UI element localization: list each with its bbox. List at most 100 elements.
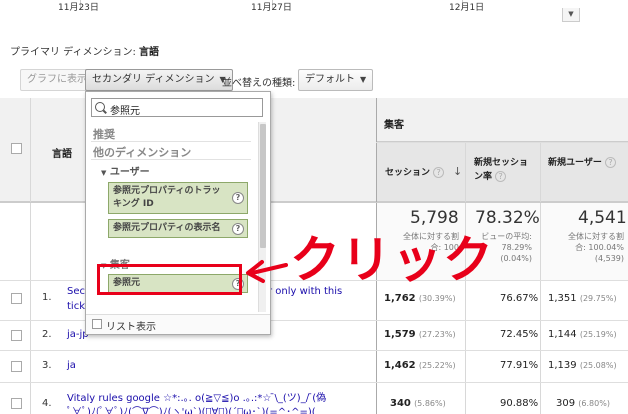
group-header-bg (376, 98, 628, 142)
chart-date-label: 11月23日 (58, 3, 99, 13)
new-users-value: 309 (556, 398, 576, 409)
sessions-value: 1,579 (384, 329, 416, 340)
row-index: 2. (42, 329, 52, 340)
total-new-users-sub: 全体に対する割 合: 100.04% (4,539) (546, 231, 624, 264)
new-users-value: 1,351 (548, 293, 577, 304)
new-users-pct: (29.75%) (579, 294, 617, 303)
row-sessions: 340 (5.86%) (390, 398, 446, 409)
new-session-rate-column-header[interactable]: 新規セッション率 ? (474, 156, 536, 184)
secondary-dimension-dropdown: 参照元 推奨 他のディメンション ▼ ユーザー 参照元プロパティのトラッキング … (85, 91, 271, 335)
row-new-users: 309 (6.80%) (556, 398, 610, 409)
sessions-pct: (5.86%) (414, 399, 446, 408)
dimension-item-source-property-display-name[interactable]: 参照元プロパティの表示名 ? (108, 219, 248, 238)
help-icon[interactable]: ? (495, 171, 507, 182)
row-checkbox[interactable] (11, 361, 22, 372)
sessions-value: 1,762 (384, 293, 416, 304)
new-users-pct: (6.80%) (578, 399, 610, 408)
caret-down-icon: ▼ (360, 75, 367, 84)
search-input-value: 参照元 (110, 106, 140, 117)
row-dimension-link[interactable]: Sec (67, 286, 85, 297)
new-users-header-label: 新規ユーザー (548, 158, 602, 168)
row-new-users: 1,351 (29.75%) (548, 293, 617, 304)
sort-type-value: デフォルト (305, 74, 355, 85)
dimension-item-source-property-tracking-id[interactable]: 参照元プロパティのトラッキング ID ? (108, 182, 248, 214)
sessions-column-header[interactable]: セッション ? (385, 166, 445, 180)
new-users-column-header[interactable]: 新規ユーザー ? (548, 156, 624, 170)
dimension-item-label: 参照元プロパティのトラッキング ID (113, 186, 221, 209)
help-icon[interactable]: ? (232, 192, 244, 204)
row-sessions: 1,462 (25.22%) (384, 360, 456, 371)
list-view-label[interactable]: リスト表示 (106, 318, 156, 333)
group-user[interactable]: ▼ ユーザー (101, 163, 150, 178)
chevron-down-icon: ▼ (568, 10, 574, 18)
dropdown-footer: リスト表示 (86, 314, 270, 334)
total-users-sub-line: (4,539) (594, 254, 624, 263)
row-dimension-link[interactable]: ja (67, 360, 76, 371)
help-icon[interactable]: ? (232, 222, 244, 235)
search-icon (95, 102, 105, 112)
new-users-pct: (25.08%) (579, 361, 617, 370)
scrollbar-thumb[interactable] (260, 124, 266, 248)
row-new-session-rate: 90.88% (500, 398, 539, 409)
total-users-sub-line: 合: 100.04% (575, 243, 624, 252)
chart-strip: 11月23日 11月27日 12月1日 ▼ (0, 0, 628, 28)
column-divider (30, 98, 31, 414)
sessions-value: 1,462 (384, 360, 416, 371)
dimension-search-input[interactable]: 参照元 (91, 98, 263, 117)
sort-type-label: 並べ替えの種類: (222, 78, 296, 89)
new-users-value: 1,144 (548, 329, 577, 340)
primary-dimension-value[interactable]: 言語 (139, 47, 159, 58)
primary-dimension-label: プライマリ ディメンション: (10, 47, 136, 58)
sort-desc-icon[interactable]: ↓ (453, 165, 462, 178)
total-new-users: 4,541 (578, 208, 627, 228)
category-divider (91, 141, 251, 142)
annotation-highlight-box (97, 264, 242, 295)
row-checkbox[interactable] (11, 330, 22, 341)
row-new-session-rate: 77.91% (500, 360, 539, 371)
sessions-pct: (25.22%) (418, 361, 456, 370)
chart-date-label: 12月1日 (449, 3, 485, 13)
row-index: 3. (42, 360, 52, 371)
row-divider (376, 142, 628, 143)
group-user-label: ユーザー (109, 167, 150, 178)
help-icon[interactable]: ? (604, 157, 616, 168)
row-dimension-link-line2[interactable]: ﾟ∀ﾟ)ﾉ(ﾟ∀ﾟ)ﾉ(⌒∇⌒)ﾉ(ヽ'ω`)(ﾟ∀ﾟ)(´･ω･`)(=^･^… (67, 403, 373, 414)
list-view-checkbox[interactable] (92, 319, 102, 329)
annotation-arrow-icon (246, 260, 288, 283)
row-checkbox[interactable] (11, 293, 22, 304)
chart-date-label: 11月27日 (251, 3, 292, 13)
dimension-item-label: 参照元プロパティの表示名 (113, 223, 221, 233)
row-dimension-link-line2[interactable]: tick (67, 301, 85, 312)
row-new-session-rate: 76.67% (500, 293, 539, 304)
total-users-sub-line: 全体に対する割 (568, 232, 624, 241)
primary-dimension: プライマリ ディメンション: 言語 (10, 43, 159, 58)
row-checkbox[interactable] (11, 398, 22, 409)
plot-rows-label: グラフに表示 (27, 74, 87, 85)
secondary-dimension-button[interactable]: セカンダリ ディメンション ▼ (85, 69, 233, 91)
category-recommended[interactable]: 推奨 (93, 126, 115, 142)
row-dimension-link[interactable]: Vitaly rules google ☆*:.｡. o(≧▽≦)o .｡.:*… (67, 389, 373, 404)
sessions-pct: (27.23%) (418, 330, 456, 339)
category-other-dimensions[interactable]: 他のディメンション (93, 144, 191, 160)
row-divider (0, 350, 628, 351)
new-users-value: 1,139 (548, 360, 577, 371)
select-all-checkbox[interactable] (11, 143, 22, 154)
chart-expand-button[interactable]: ▼ (562, 8, 580, 22)
annotation-click-text: クリック (290, 231, 494, 289)
column-divider (540, 142, 541, 414)
row-index: 1. (42, 292, 52, 303)
category-divider (91, 159, 251, 160)
plot-rows-button[interactable]: グラフに表示 (20, 69, 94, 91)
row-index: 4. (42, 398, 52, 409)
sort-type-select[interactable]: デフォルト ▼ (298, 69, 374, 91)
row-new-session-rate: 72.45% (500, 329, 539, 340)
row-sessions: 1,579 (27.23%) (384, 329, 456, 340)
new-users-pct: (25.19%) (579, 330, 617, 339)
secondary-dimension-label: セカンダリ ディメンション (92, 74, 215, 85)
sessions-pct: (30.39%) (418, 294, 456, 303)
dimension-column-header[interactable]: 言語 (52, 145, 72, 160)
row-new-users: 1,144 (25.19%) (548, 329, 617, 340)
help-icon[interactable]: ? (433, 167, 445, 178)
sessions-header-label: セッション (385, 168, 431, 178)
row-sessions: 1,762 (30.39%) (384, 293, 456, 304)
